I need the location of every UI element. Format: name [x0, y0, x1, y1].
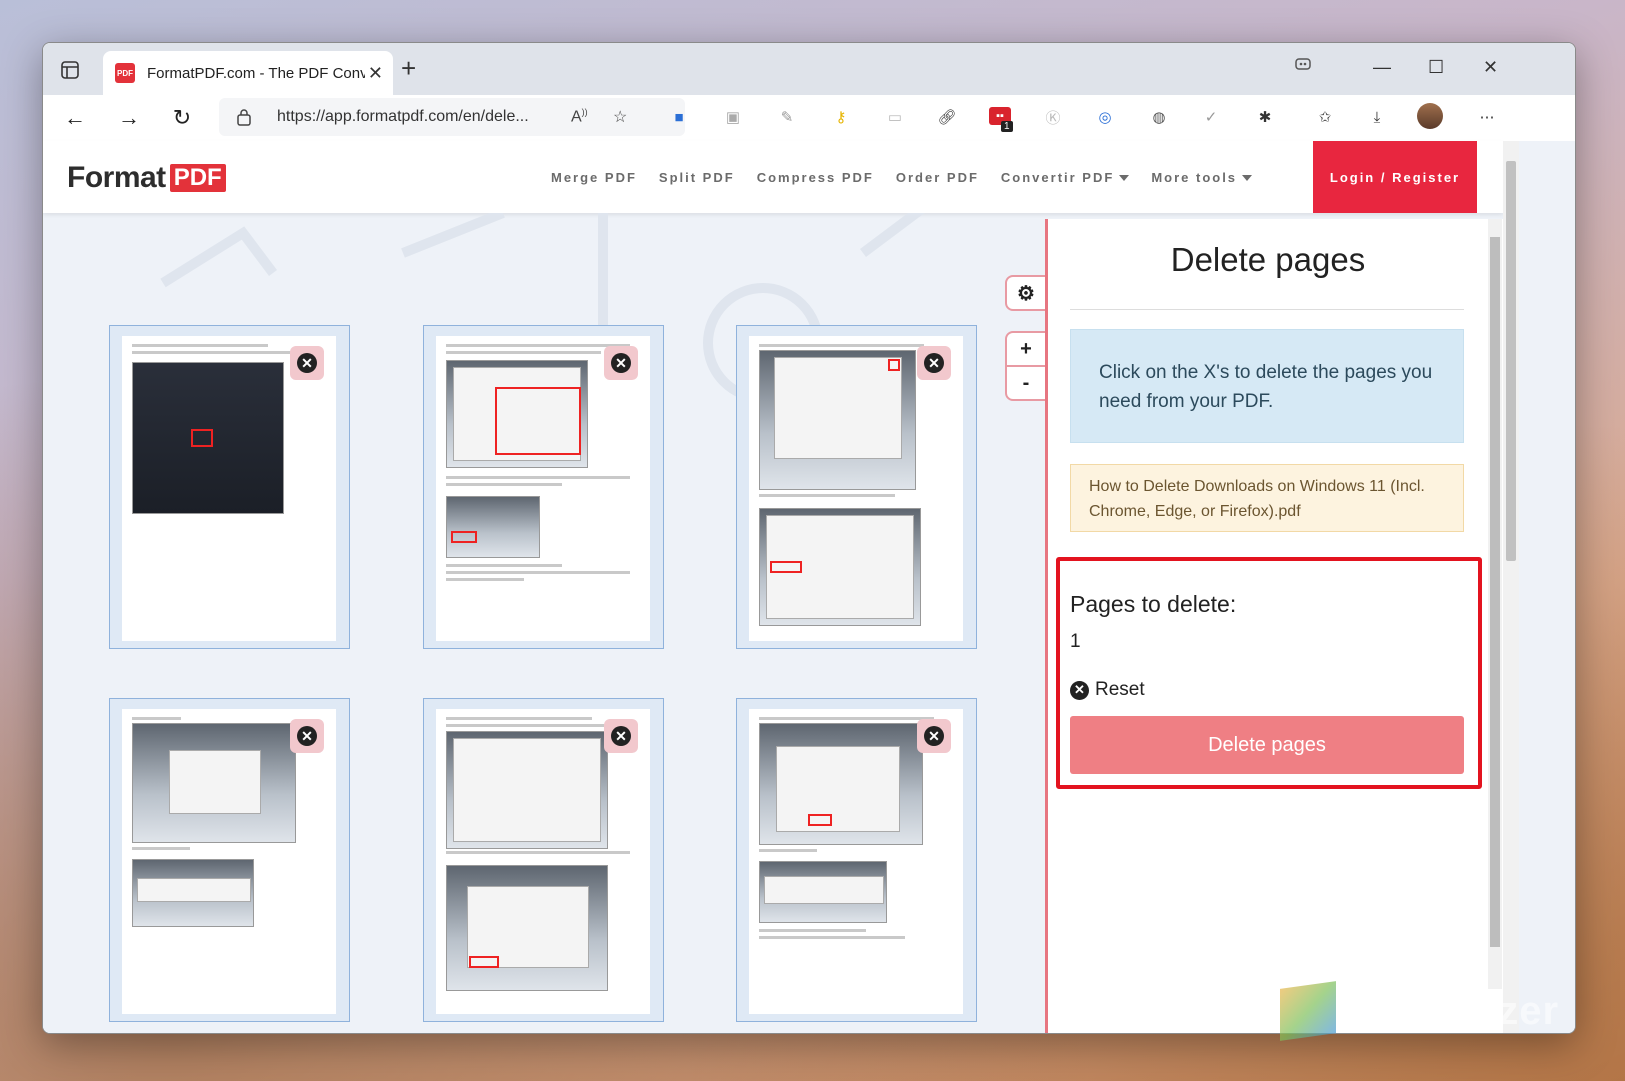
minimize-icon[interactable]: — — [1373, 57, 1391, 78]
pages-to-delete-value: 1 — [1070, 631, 1081, 652]
zoom-out-button[interactable]: - — [1005, 365, 1047, 401]
delete-page-x-icon[interactable]: ✕ — [917, 719, 951, 753]
maximize-icon[interactable]: ☐ — [1428, 57, 1444, 78]
video-extension-icon[interactable]: ▣ — [721, 105, 745, 129]
page-thumbnail[interactable]: ✕ — [109, 325, 350, 649]
page-preview — [122, 709, 336, 1014]
screenshot-image — [446, 360, 588, 468]
delete-page-x-icon[interactable]: ✕ — [917, 346, 951, 380]
reset-button[interactable]: ✕ Reset — [1070, 679, 1145, 701]
panel-scrollbar[interactable] — [1488, 219, 1502, 989]
pen-extension-icon[interactable]: ✎ — [775, 105, 799, 129]
page-preview — [436, 709, 650, 1014]
screenshot-image — [759, 508, 921, 626]
page-thumbnail[interactable]: ✕ — [423, 698, 664, 1022]
page-preview — [749, 336, 963, 641]
extensions-icon[interactable]: ✱ — [1253, 105, 1277, 129]
window-extension-icon[interactable]: ▭ — [883, 105, 907, 129]
divider — [1070, 309, 1464, 310]
nav-more-tools[interactable]: More tools — [1151, 170, 1253, 185]
back-icon[interactable]: ← — [61, 104, 89, 132]
reset-x-icon: ✕ — [1070, 680, 1089, 700]
winbuzzer-watermark: WinBuzzer — [1280, 981, 1559, 1041]
profile-avatar[interactable] — [1417, 103, 1443, 129]
delete-page-x-icon[interactable]: ✕ — [604, 719, 638, 753]
formatpdf-logo[interactable]: Format PDF — [67, 161, 226, 195]
screenshot-image — [759, 723, 923, 845]
screenshot-image — [446, 731, 608, 849]
tab-actions-icon[interactable] — [57, 57, 83, 83]
screenshot-image — [132, 362, 284, 514]
pages-grid: ✕ ✕ ✕ ✕ ✕ ✕ — [109, 325, 989, 1033]
browser-toolbar: ← → ↻ https://app.formatpdf.com/en/dele.… — [43, 95, 1575, 142]
add-favorite-icon[interactable]: ☆ — [613, 107, 627, 127]
delete-page-x-icon[interactable]: ✕ — [604, 346, 638, 380]
read-aloud-icon[interactable]: A)) — [571, 107, 588, 126]
page-thumbnail[interactable]: ✕ — [109, 698, 350, 1022]
screenshot-image — [132, 723, 296, 843]
download-icon[interactable]: ⤓ — [1365, 105, 1389, 129]
k-extension-icon[interactable]: Ⓚ — [1041, 105, 1065, 129]
zoom-in-button[interactable]: + — [1005, 331, 1047, 367]
settings-button[interactable]: ⚙ — [1005, 275, 1047, 311]
screenshot-image — [759, 350, 916, 490]
page-thumbnail[interactable]: ✕ — [736, 325, 977, 649]
nav-split-pdf[interactable]: Split PDF — [659, 170, 735, 185]
login-register-button[interactable]: Login / Register — [1313, 141, 1477, 213]
reset-label: Reset — [1095, 679, 1145, 700]
translate-extension-icon[interactable]: ■ — [667, 105, 691, 129]
page-preview — [749, 709, 963, 1014]
main-nav: Merge PDF Split PDF Compress PDF Order P… — [551, 141, 1274, 213]
delete-page-x-icon[interactable]: ✕ — [290, 346, 324, 380]
chevron-down-icon — [1119, 175, 1130, 182]
panel-title: Delete pages — [1170, 241, 1366, 278]
screenshot-image — [446, 496, 540, 558]
nav-order-pdf[interactable]: Order PDF — [896, 170, 979, 185]
winbuzzer-logo-icon — [1280, 981, 1336, 1041]
website-viewport: Format PDF Merge PDF Split PDF Compress … — [43, 141, 1575, 1033]
refresh-icon[interactable]: ↻ — [168, 104, 196, 132]
nav-compress-pdf[interactable]: Compress PDF — [757, 170, 874, 185]
screenshot-image — [446, 865, 608, 991]
url-text: https://app.formatpdf.com/en/dele... — [277, 108, 529, 125]
file-name-box: How to Delete Downloads on Windows 11 (I… — [1070, 464, 1464, 532]
scan-extension-icon[interactable]: ◎ — [1093, 105, 1117, 129]
copilot-icon[interactable] — [1293, 57, 1313, 78]
chevron-down-icon — [1242, 175, 1253, 182]
tab-title: FormatPDF.com - The PDF Conve — [147, 64, 365, 82]
delete-pages-button[interactable]: Delete pages — [1070, 716, 1464, 774]
page-thumbnail[interactable]: ✕ — [423, 325, 664, 649]
favorites-icon[interactable]: ✩ — [1313, 105, 1337, 129]
page-scrollbar[interactable] — [1503, 141, 1519, 1033]
browser-tab[interactable]: PDF FormatPDF.com - The PDF Conve ✕ — [103, 51, 393, 95]
instruction-box: Click on the X's to delete the pages you… — [1070, 329, 1464, 443]
pages-to-delete-label: Pages to delete: — [1070, 591, 1237, 617]
spellcheck-extension-icon[interactable]: ✓ — [1199, 105, 1223, 129]
address-bar[interactable]: https://app.formatpdf.com/en/dele... A))… — [219, 98, 685, 136]
site-header: Format PDF Merge PDF Split PDF Compress … — [43, 141, 1503, 213]
browser-window: PDF FormatPDF.com - The PDF Conve ✕ + — … — [42, 42, 1576, 1034]
page-preview — [122, 336, 336, 641]
lock-icon[interactable] — [237, 108, 251, 131]
page-preview — [436, 336, 650, 641]
page-thumbnail[interactable]: ✕ — [736, 698, 977, 1022]
screenshot-image — [759, 861, 887, 923]
delete-pages-panel: Delete pages Click on the X's to delete … — [1045, 219, 1506, 1033]
key-extension-icon[interactable]: ⚷ — [829, 105, 853, 129]
nav-merge-pdf[interactable]: Merge PDF — [551, 170, 637, 185]
delete-page-x-icon[interactable]: ✕ — [290, 719, 324, 753]
nav-convertir-pdf[interactable]: Convertir PDF — [1001, 170, 1130, 185]
close-window-icon[interactable]: ✕ — [1483, 57, 1498, 78]
pdf-favicon-icon: PDF — [115, 63, 135, 83]
forward-icon[interactable]: → — [115, 104, 143, 132]
more-options-icon[interactable]: ⋯ — [1475, 105, 1499, 129]
close-tab-icon[interactable]: ✕ — [368, 63, 383, 84]
link-extension-icon[interactable]: 🔗︎ — [935, 105, 959, 129]
tab-bar: PDF FormatPDF.com - The PDF Conve ✕ + — … — [43, 43, 1575, 95]
gears-icon: ⚙ — [1017, 282, 1035, 305]
extension-badge: 1 — [1001, 121, 1013, 132]
screenshot-image — [132, 859, 254, 927]
vpn-extension-icon[interactable]: ◍ — [1147, 105, 1171, 129]
new-tab-icon[interactable]: + — [401, 55, 416, 81]
